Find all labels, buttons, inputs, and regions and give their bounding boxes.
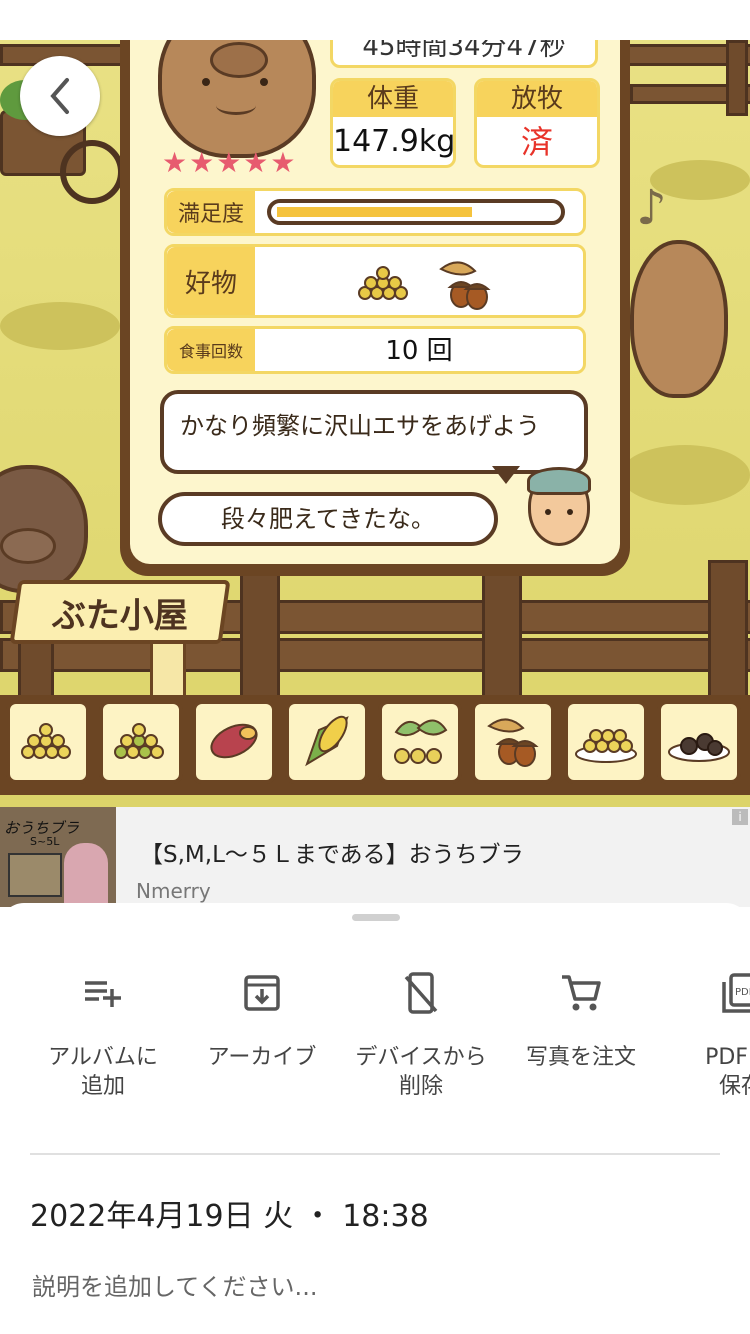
delete-from-device-label: デバイスから 削除 [355,1045,487,1099]
archive-action[interactable]: アーカイブ [177,971,347,1072]
ad-info-icon[interactable]: i [732,809,748,825]
cart-icon [496,971,666,1015]
pdf-icon: PDF [656,971,750,1015]
acorn-icon [435,255,495,315]
corn-icon [297,710,357,774]
farmer-cap [527,467,591,495]
dark-food-plate-icon [665,716,733,768]
pig-eye [202,78,210,86]
feed-item-slot[interactable] [285,700,369,784]
graze-value: 済 [520,123,553,161]
satisfaction-row: 満足度 [164,188,586,236]
meal-count-label: 食事回数 [167,329,255,371]
ad-model-image [64,843,108,907]
ad-title[interactable]: 【S,M,L～５Ｌまである】おうちブラ [140,835,524,869]
satisfaction-gauge [267,199,565,225]
feed-item-slot[interactable] [192,700,276,784]
feed-item-slot[interactable] [6,700,90,784]
graze-label: 放牧 [477,81,597,117]
feed-item-slot[interactable] [657,700,741,784]
ad-advertiser: Nmerry [136,879,211,903]
add-to-album-label: アルバムに 追加 [48,1045,158,1099]
graze-box: 放牧 済 [474,78,600,168]
ad-thumbnail-subtext: S~5L [30,835,60,848]
weight-box: 体重 147.9kg [330,78,456,168]
advice-speech-bubble: かなり頻繁に沢山エサをあげよう [160,390,588,474]
grain-plate-icon [572,716,640,768]
save-as-pdf-label: PDF 形 保存 [705,1045,750,1099]
photo-datetime: 2022年4月19日 火 ・ 18:38 [30,1199,429,1234]
game-screenshot: ♪ ぶた小屋 45時間34分47秒 ★★★★★ 体重 147.9kg 放牧 済 … [0,40,750,807]
order-photo-action[interactable]: 写真を注文 [496,971,666,1072]
grass-shadow [0,302,120,350]
favorite-label: 好物 [167,247,255,315]
feed-item-row [6,700,750,790]
greens-beans-icon [388,710,452,774]
mixed-grain-icon [111,718,171,766]
favorite-food-row: 好物 [164,244,586,318]
feed-item-slot[interactable] [378,700,462,784]
feed-item-slot[interactable] [471,700,555,784]
pig-house-sign: ぶた小屋 [9,580,231,644]
comment-speech-bubble: 段々肥えてきたな。 [158,492,498,546]
pig-status-card: 45時間34分47秒 ★★★★★ 体重 147.9kg 放牧 済 満足度 好物 … [120,40,630,576]
order-photo-label: 写真を注文 [525,1045,636,1070]
music-note-icon: ♪ [636,180,667,236]
timer-text: 45時間34分47秒 [362,40,566,62]
pig-eye [260,78,268,86]
rating-stars: ★★★★★ [162,146,298,179]
farmer-eye [545,509,551,515]
divider [30,1153,720,1155]
back-button[interactable] [20,56,100,136]
satisfaction-label: 満足度 [167,191,255,233]
background-fence-post [726,40,748,116]
save-as-pdf-action[interactable]: PDF PDF 形 保存 [656,971,750,1101]
meal-count-value: 10 回 [385,336,453,366]
front-fence-post [708,560,748,706]
weight-label: 体重 [333,81,453,117]
front-fence-post [482,570,522,706]
timer-box: 45時間34分47秒 [330,40,598,68]
boar-snout [0,528,56,564]
delete-from-device-action[interactable]: デバイスから 削除 [336,971,506,1101]
cart-wheel [60,140,124,204]
pig-smile [216,96,256,115]
sweet-potato-icon [204,715,264,769]
satisfaction-gauge-fill [277,207,472,217]
weight-value: 147.9kg [333,124,456,159]
ad-banner[interactable]: おうちブラ S~5L 【S,M,L～５Ｌまである】おうちブラ Nmerry i [0,807,750,907]
archive-label: アーカイブ [207,1045,317,1070]
front-fence-post [240,570,280,706]
pig-snout [210,42,268,78]
add-to-album-action[interactable]: アルバムに 追加 [18,971,188,1101]
ad-product-image [8,853,62,897]
playlist-add-icon [18,971,188,1015]
advice-speech-text: かなり頻繁に沢山エサをあげよう [180,412,540,440]
farmer-avatar [527,467,591,546]
pig-right [630,240,728,398]
feed-item-slot[interactable] [564,700,648,784]
speech-tail [492,466,520,484]
sheet-drag-handle[interactable] [352,914,400,921]
grain-pile-icon [18,718,78,766]
sign-text: ぶた小屋 [52,595,188,636]
pig-portrait [158,40,316,158]
description-input[interactable]: 説明を追加してください... [32,1267,317,1302]
grass-shadow [620,445,750,505]
device-remove-icon [336,971,506,1015]
feed-item-slot[interactable] [99,700,183,784]
ad-thumbnail[interactable]: おうちブラ S~5L [0,807,116,907]
acorn-icon [483,712,543,772]
grain-pile-icon [353,263,417,307]
farmer-eye [567,509,573,515]
meal-count-row: 食事回数 10 回 [164,326,586,374]
svg-text:PDF: PDF [735,987,750,998]
comment-speech-text: 段々肥えてきたな。 [220,505,436,533]
archive-icon [177,971,347,1015]
pig-status-card-inner: 45時間34分47秒 ★★★★★ 体重 147.9kg 放牧 済 満足度 好物 … [130,40,620,564]
chevron-left-icon [50,78,69,114]
photo-info-sheet: アルバムに 追加 アーカイブ デバイスから 削除 写真を注文 PDF PDF 形… [0,903,750,1334]
